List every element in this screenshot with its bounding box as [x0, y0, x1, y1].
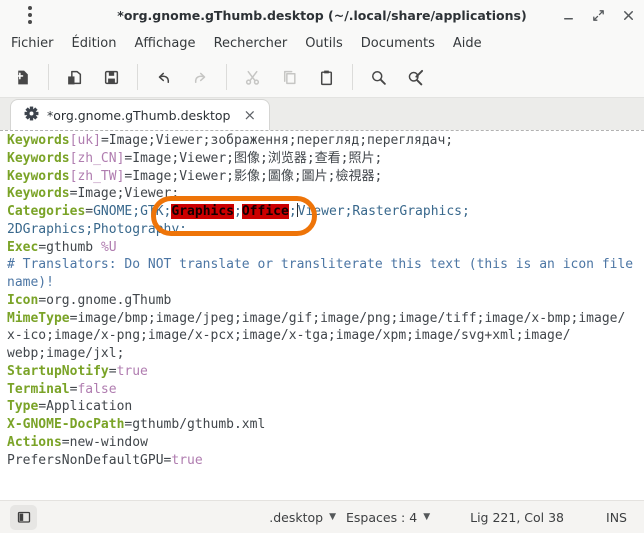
chevron-down-icon: ▼ [329, 512, 336, 522]
code-line: Keywords=Image;Viewer; [7, 185, 644, 203]
menu-rechercher[interactable]: Rechercher [205, 31, 297, 57]
code-line: MimeType=image/bmp;image/jpeg;image/gif;… [7, 310, 644, 328]
tab-close-icon[interactable]: × [243, 108, 256, 123]
save-button[interactable] [93, 61, 130, 93]
undo-icon [155, 69, 172, 86]
menu-affichage[interactable]: Affichage [125, 31, 204, 57]
redo-icon [192, 69, 209, 86]
copy-button[interactable] [271, 61, 308, 93]
copy-icon [281, 69, 298, 86]
code-line: x-ico;image/x-png;image/x-pcx;image/x-tg… [7, 327, 644, 345]
toolbar-separator [226, 64, 227, 90]
code-line: Keywords[zh_TW]=Image;Viewer;影像;圖像;圖片;檢視… [7, 168, 644, 186]
code-line: Keywords[zh_CN]=Image;Viewer;图像;浏览器;查看;照… [7, 150, 644, 168]
gear-icon [24, 106, 39, 124]
menu-aide[interactable]: Aide [444, 31, 491, 57]
minimize-icon[interactable] [560, 7, 576, 23]
paste-icon [318, 69, 335, 86]
save-icon [103, 69, 120, 86]
redo-button[interactable] [182, 61, 219, 93]
tab-label: *org.gnome.gThumb.desktop [47, 108, 230, 123]
search-replace-icon [407, 69, 424, 86]
restore-window-icon[interactable] [590, 7, 606, 23]
search-icon [370, 69, 387, 86]
window-controls [560, 0, 636, 30]
cut-icon [244, 69, 261, 86]
menu-dition[interactable]: Édition [63, 31, 126, 57]
gedit-window: *org.gnome.gThumb.desktop (~/.local/shar… [0, 0, 644, 533]
toolbar-separator [48, 64, 49, 90]
search-button[interactable] [360, 61, 397, 93]
chevron-down-icon: ▼ [423, 512, 430, 522]
text-editor-area[interactable]: Keywords[uk]=Image;Viewer;зображення;пер… [0, 130, 644, 500]
code-line: webp;image/jxl; [7, 345, 644, 363]
open-document-button[interactable] [56, 61, 93, 93]
menu-fichier[interactable]: Fichier [2, 31, 63, 57]
insert-mode-button[interactable]: INS [601, 510, 632, 525]
code-line: Actions=new-window [7, 434, 644, 452]
toolbar-separator [137, 64, 138, 90]
code-line: Icon=org.gnome.gThumb [7, 292, 644, 310]
window-title: *org.gnome.gThumb.desktop (~/.local/shar… [0, 8, 644, 23]
menu-outils[interactable]: Outils [296, 31, 352, 57]
code-line: PrefersNonDefaultGPU=true [7, 452, 644, 470]
toolbar [0, 57, 644, 97]
search-and-replace-button[interactable] [397, 61, 434, 93]
open-document-icon [66, 69, 83, 86]
new-document-button[interactable] [4, 61, 41, 93]
code-line: 2DGraphics;Photography; [7, 221, 644, 239]
toggle-side-panel-button[interactable] [10, 505, 37, 530]
menu-documents[interactable]: Documents [352, 31, 444, 57]
code-line: Categories=GNOME;GTK;Graphics;Office;Vie… [7, 203, 644, 221]
code-line: Exec=gthumb %U [7, 239, 644, 257]
tab-org-gnome-gthumb-desktop[interactable]: *org.gnome.gThumb.desktop × [10, 99, 270, 130]
code-line: Keywords[uk]=Image;Viewer;зображення;пер… [7, 132, 644, 150]
status-bar-right: .desktop ▼ Espaces : 4 ▼ Lig 221, Col 38… [264, 510, 634, 525]
kebab-menu-icon[interactable] [28, 6, 32, 24]
paste-button[interactable] [308, 61, 345, 93]
toolbar-separator [352, 64, 353, 90]
menu-bar: FichierÉditionAffichageRechercherOutilsD… [0, 30, 644, 57]
code-line: StartupNotify=true [7, 363, 644, 381]
title-bar: *org.gnome.gThumb.desktop (~/.local/shar… [0, 0, 644, 30]
tab-width-dropdown[interactable]: Espaces : 4 ▼ [341, 510, 435, 525]
undo-button[interactable] [145, 61, 182, 93]
code-line: X-GNOME-DocPath=gthumb/gthumb.xml [7, 416, 644, 434]
code-line: # Translators: Do NOT translate or trans… [7, 256, 644, 274]
code-line: Terminal=false [7, 381, 644, 399]
close-window-icon[interactable] [620, 7, 636, 23]
status-bar: .desktop ▼ Espaces : 4 ▼ Lig 221, Col 38… [0, 500, 644, 533]
new-document-icon [14, 69, 31, 86]
code-line: name)! [7, 274, 644, 292]
code-line: Type=Application [7, 398, 644, 416]
filetype-dropdown[interactable]: .desktop ▼ [264, 510, 341, 525]
cursor-position-button[interactable]: Lig 221, Col 38 [465, 510, 569, 525]
cut-button[interactable] [234, 61, 271, 93]
code-content: Keywords[uk]=Image;Viewer;зображення;пер… [7, 132, 644, 469]
tab-strip: *org.gnome.gThumb.desktop × [0, 97, 644, 130]
